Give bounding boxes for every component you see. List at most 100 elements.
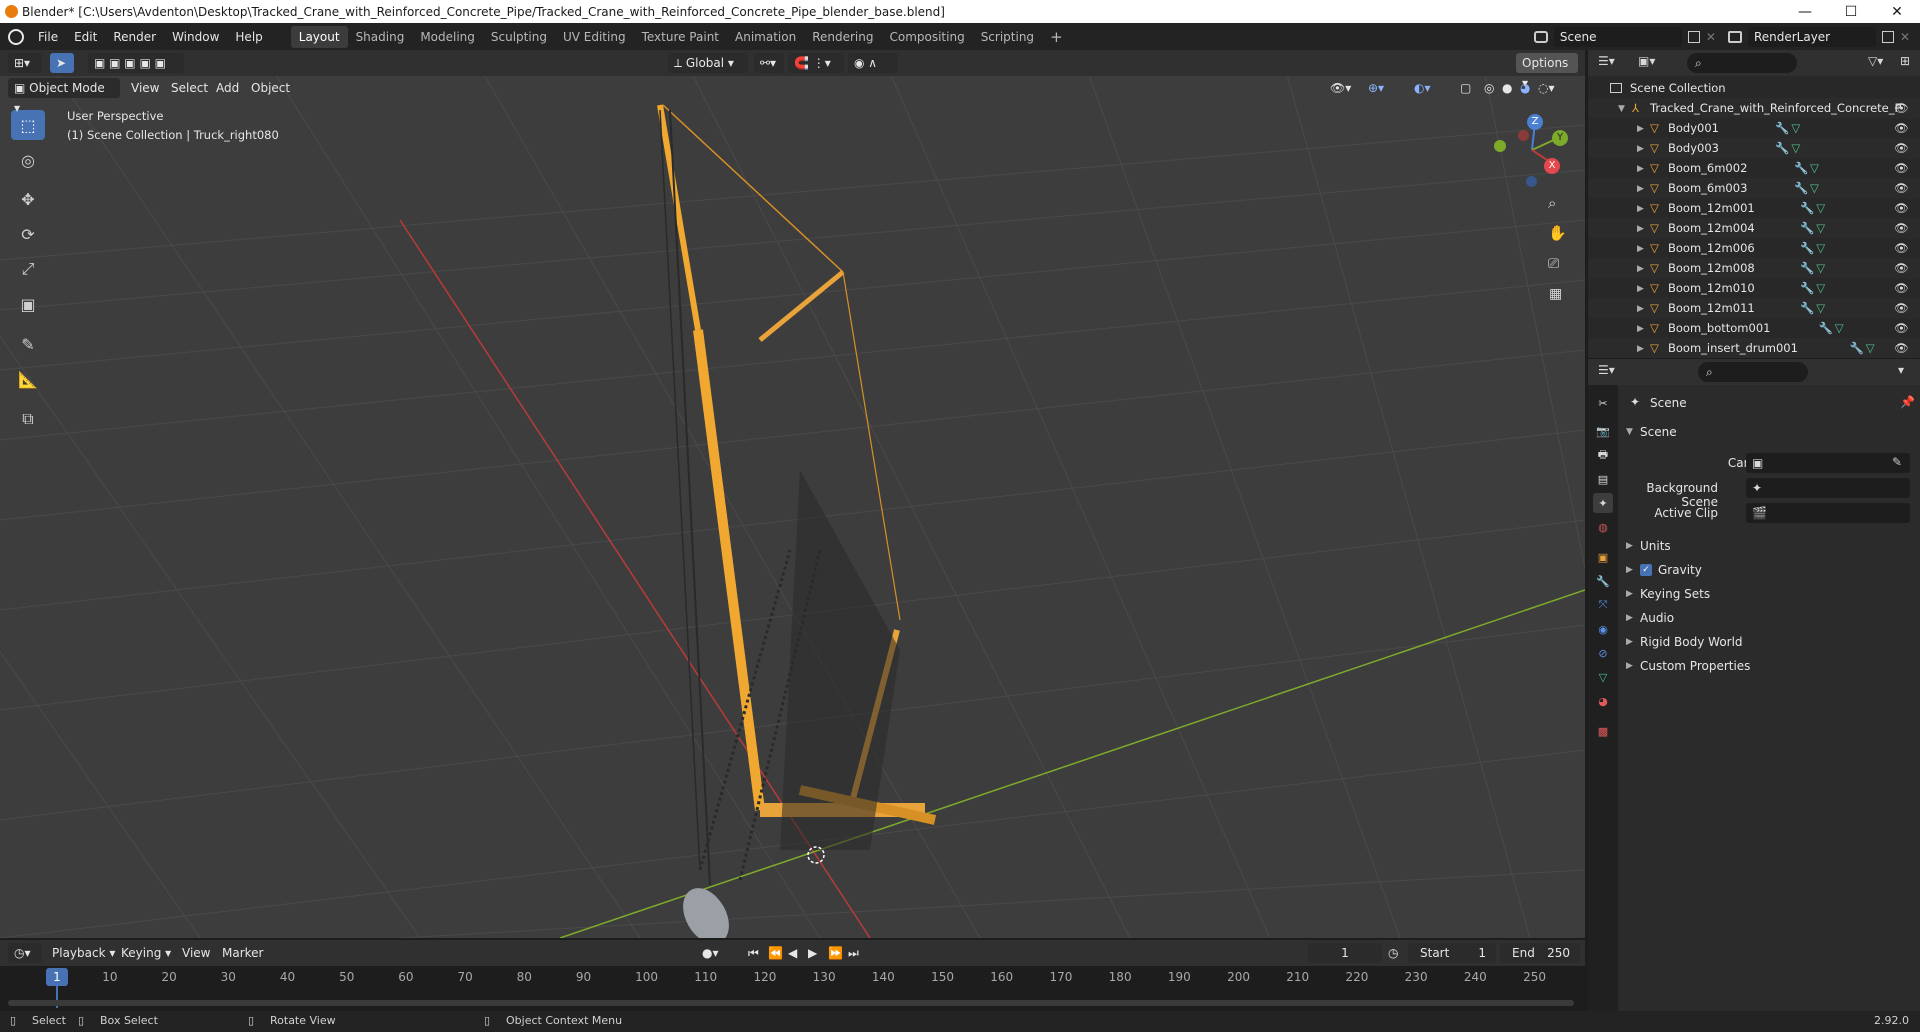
marker-menu[interactable]: Marker <box>222 943 263 963</box>
section-custom-properties[interactable]: ▶ Custom Properties <box>1618 655 1920 677</box>
blender-menu-icon[interactable] <box>8 28 24 45</box>
play-reverse-icon[interactable]: ◀ <box>788 943 797 963</box>
measure-tool-icon[interactable]: 📐 <box>11 364 45 394</box>
tab-animation[interactable]: Animation <box>727 26 804 48</box>
scene-selector[interactable]: Scene <box>1553 26 1682 47</box>
cursor-tool-icon[interactable]: ◎ <box>11 145 45 175</box>
expand-arrow-icon[interactable]: ▶ <box>1637 219 1644 239</box>
tab-layout[interactable]: Layout <box>290 25 348 48</box>
gravity-checkbox[interactable]: ✓ <box>1640 564 1652 576</box>
outliner-object-row[interactable]: ▶ ▽ Boom_12m010 🔧 ▽ 👁 <box>1588 278 1920 298</box>
menu-help[interactable]: Help <box>227 26 270 48</box>
move-tool-icon[interactable]: ✥ <box>11 184 45 214</box>
expand-arrow-icon[interactable]: ▶ <box>1637 279 1644 299</box>
panel-collapse-arrow-icon[interactable]: ▼ <box>1626 427 1633 437</box>
scene-tab-icon[interactable]: ✦ <box>1593 493 1613 513</box>
overlay-toggle-icon[interactable]: ◐▾ <box>1414 78 1431 98</box>
object-tab-icon[interactable]: ▣ <box>1593 547 1613 567</box>
properties-editor-type-icon[interactable]: ☰▾ <box>1598 363 1615 377</box>
add-cube-tool-icon[interactable]: ⧉ <box>11 404 45 434</box>
section-units[interactable]: ▶ Units <box>1618 535 1920 557</box>
visibility-eye-icon[interactable]: 👁 <box>1894 238 1909 258</box>
expand-arrow-icon[interactable]: ▶ <box>1626 559 1633 581</box>
new-collection-icon[interactable]: ⊞ <box>1900 54 1910 68</box>
timeline-scrollbar[interactable] <box>8 1000 1574 1006</box>
outliner-object-row[interactable]: ▶ ▽ Boom_12m004 🔧 ▽ 👁 <box>1588 218 1920 238</box>
section-audio[interactable]: ▶ Audio <box>1618 607 1920 629</box>
menu-select[interactable]: Select <box>171 78 208 98</box>
tab-uv-editing[interactable]: UV Editing <box>555 26 634 48</box>
tab-scripting[interactable]: Scripting <box>973 26 1042 48</box>
crane-model[interactable] <box>657 104 937 938</box>
timeline-view-menu[interactable]: View <box>182 943 210 963</box>
gizmo-y[interactable]: Y <box>1552 130 1568 146</box>
expand-arrow-icon[interactable]: ▶ <box>1637 299 1644 319</box>
editor-type-icon[interactable]: ⊞▾ <box>8 53 42 73</box>
texture-tab-icon[interactable]: ▩ <box>1593 721 1613 741</box>
start-frame-field[interactable]: Start 1 <box>1408 943 1496 963</box>
hand-pan-icon[interactable]: ✋ <box>1548 224 1567 242</box>
expand-arrow-icon[interactable]: ▶ <box>1637 179 1644 199</box>
outliner-object-row[interactable]: ▶ ▽ Boom_6m003 🔧 ▽ 👁 <box>1588 178 1920 198</box>
gizmo-neg-x[interactable] <box>1518 130 1529 141</box>
playback-menu[interactable]: Playback ▾ <box>52 943 115 963</box>
menu-add[interactable]: Add <box>216 78 239 98</box>
jump-keyframe-back-icon[interactable]: ⏪ <box>768 943 783 963</box>
output-tab-icon[interactable]: 🖶 <box>1593 445 1613 465</box>
delete-scene-icon[interactable]: ✕ <box>1706 30 1716 44</box>
outliner-object-row[interactable]: ▶ ▽ Boom_12m001 🔧 ▽ 👁 <box>1588 198 1920 218</box>
shading-wireframe-icon[interactable]: ◎ <box>1484 78 1494 98</box>
menu-render[interactable]: Render <box>105 26 164 48</box>
visibility-eye-icon[interactable]: 👁 <box>1894 158 1909 178</box>
proportional-edit-icon[interactable]: ◉ ∧ <box>848 53 898 73</box>
visibility-eye-icon[interactable]: 👁 <box>1894 178 1909 198</box>
properties-search-input[interactable]: ⌕ <box>1698 362 1808 382</box>
shading-solid-icon[interactable]: ● <box>1502 78 1512 98</box>
preview-range-icon[interactable]: ◷ <box>1388 943 1398 963</box>
outliner-scene-collection[interactable]: Scene Collection <box>1588 78 1920 98</box>
constraints-tab-icon[interactable]: ⊘ <box>1593 643 1613 663</box>
gizmo-z[interactable]: Z <box>1527 114 1543 130</box>
menu-file[interactable]: File <box>30 26 66 48</box>
keying-menu[interactable]: Keying ▾ <box>121 943 171 963</box>
visibility-eye-icon[interactable]: 👁 <box>1894 98 1909 118</box>
camera-field[interactable]: ▣ ✎ <box>1746 453 1910 473</box>
snap-icon[interactable]: 🧲 ⋮▾ <box>788 53 844 73</box>
expand-arrow-icon[interactable]: ▶ <box>1637 159 1644 179</box>
menu-view[interactable]: View <box>131 78 159 98</box>
gizmo-neg-y[interactable] <box>1494 140 1506 152</box>
playhead-frame-indicator[interactable]: 1 <box>46 968 68 986</box>
gizmo-neg-z[interactable] <box>1526 176 1537 187</box>
menu-edit[interactable]: Edit <box>66 26 105 48</box>
tab-rendering[interactable]: Rendering <box>804 26 881 48</box>
expand-arrow-icon[interactable]: ▶ <box>1626 631 1633 653</box>
current-frame-field[interactable]: 1 <box>1308 943 1382 963</box>
play-icon[interactable]: ▶ <box>808 943 817 963</box>
scene-panel-title[interactable]: Scene <box>1640 425 1677 439</box>
pivot-point-icon[interactable]: ⚯▾ <box>754 53 784 73</box>
rotate-tool-icon[interactable]: ⟳ <box>11 219 45 249</box>
camera-view-icon[interactable]: ⎚ <box>1548 256 1559 272</box>
background-scene-field[interactable]: ✦ <box>1746 478 1910 498</box>
expand-arrow-icon[interactable]: ▶ <box>1637 319 1644 339</box>
shading-material-icon[interactable]: ◕ <box>1520 78 1530 98</box>
record-icon[interactable]: ●▾ <box>702 943 719 963</box>
new-layer-icon[interactable] <box>1881 30 1894 43</box>
visibility-eye-icon[interactable]: 👁 <box>1894 138 1909 158</box>
section-rigid-body-world[interactable]: ▶ Rigid Body World <box>1618 631 1920 653</box>
timeline-ruler[interactable]: 1102030405060708090100110120130140150160… <box>0 966 1585 1011</box>
zoom-icon[interactable]: ⌕ <box>1548 194 1556 212</box>
menu-window[interactable]: Window <box>164 26 227 48</box>
visibility-icon[interactable]: 👁▾ <box>1330 78 1351 98</box>
transform-orientation-dropdown[interactable]: ⟂ Global ▾ <box>668 53 748 73</box>
expand-arrow-icon[interactable]: ▶ <box>1626 607 1633 629</box>
visibility-eye-icon[interactable]: 👁 <box>1894 338 1909 358</box>
jump-end-icon[interactable]: ⏭ <box>848 943 859 963</box>
3d-viewport[interactable]: User Perspective (1) Scene Collection | … <box>0 50 1585 938</box>
section-keying-sets[interactable]: ▶ Keying Sets <box>1618 583 1920 605</box>
object-mode-dropdown[interactable]: ▣ Object Mode ▾ <box>8 78 120 115</box>
expand-arrow-icon[interactable]: ▶ <box>1626 583 1633 605</box>
collapse-icon[interactable]: ▾ <box>1898 363 1904 377</box>
visibility-eye-icon[interactable]: 👁 <box>1894 118 1909 138</box>
modifier-tab-icon[interactable]: 🔧 <box>1593 571 1613 591</box>
